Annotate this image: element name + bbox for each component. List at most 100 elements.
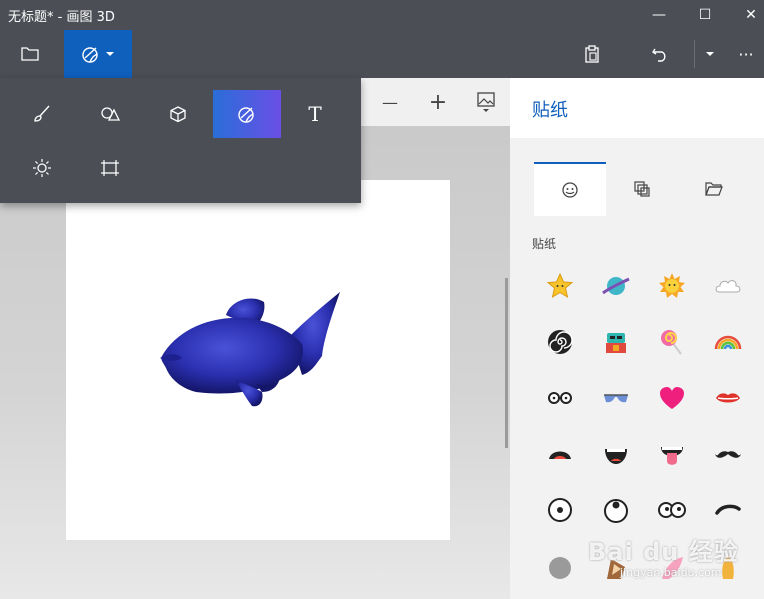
chevron-down-icon bbox=[106, 52, 114, 56]
vertical-scrollbar[interactable] bbox=[505, 278, 508, 448]
sticker-heart[interactable] bbox=[644, 370, 700, 426]
eye-up-icon bbox=[604, 499, 628, 523]
effects-tool-button[interactable] bbox=[8, 144, 76, 192]
brushes-icon bbox=[34, 105, 50, 122]
drawing-canvas[interactable] bbox=[66, 180, 450, 540]
sticker-star[interactable] bbox=[532, 258, 588, 314]
sun-icon bbox=[659, 273, 685, 298]
stickers-tool-button[interactable] bbox=[213, 90, 281, 138]
clipboard-icon bbox=[585, 45, 599, 63]
maximize-icon: ☐ bbox=[698, 7, 712, 23]
sticker-brush-icon bbox=[82, 47, 98, 63]
sticker-open-mouth[interactable] bbox=[532, 426, 588, 482]
stickers-icon bbox=[238, 107, 254, 123]
spiral-icon bbox=[548, 330, 573, 354]
effects-icon bbox=[33, 159, 51, 177]
text-icon: T bbox=[308, 102, 322, 126]
history-dropdown-button[interactable] bbox=[696, 30, 724, 78]
sticker-tongue-mouth[interactable] bbox=[644, 426, 700, 482]
minimize-icon: — bbox=[652, 7, 666, 23]
stickers-panel: 贴纸 贴纸 bbox=[510, 78, 764, 599]
baidu-watermark-logo: Bai du 经验 bbox=[588, 538, 739, 566]
sticker-tabs bbox=[510, 138, 764, 216]
eyebrow-icon bbox=[715, 504, 741, 515]
sunglasses-icon bbox=[604, 394, 628, 403]
canvas-tool-button[interactable] bbox=[76, 144, 144, 192]
image-icon bbox=[477, 92, 495, 112]
tab-custom[interactable] bbox=[678, 162, 750, 216]
robot-icon bbox=[606, 333, 626, 353]
stickers-menu-button[interactable] bbox=[64, 30, 132, 78]
2d-shapes-tool-button[interactable] bbox=[76, 90, 144, 138]
star-icon bbox=[546, 272, 574, 299]
panel-title: 贴纸 bbox=[532, 100, 568, 121]
sticker-sun[interactable] bbox=[644, 258, 700, 314]
sticker-face-icon bbox=[562, 182, 578, 198]
maximize-button[interactable]: ☐ bbox=[682, 0, 728, 30]
baidu-watermark-url: jingyan.baidu.com bbox=[620, 566, 722, 579]
sticker-eye-up[interactable] bbox=[588, 482, 644, 538]
mustache-icon bbox=[715, 451, 741, 458]
panel-header: 贴纸 bbox=[510, 78, 764, 138]
title-bar: 无标题* - 画图 3D — ☐ ✕ bbox=[0, 0, 764, 30]
sticker-lollipop[interactable] bbox=[644, 314, 700, 370]
cloud-icon bbox=[715, 280, 741, 293]
sticker-cloud[interactable] bbox=[700, 258, 756, 314]
smile-mouth-icon bbox=[605, 449, 627, 464]
paste-button[interactable] bbox=[562, 30, 622, 78]
sticker-rainbow[interactable] bbox=[700, 314, 756, 370]
stickers-section-label: 贴纸 bbox=[532, 237, 557, 251]
nose-icon bbox=[549, 557, 571, 579]
brushes-tool-button[interactable] bbox=[8, 90, 76, 138]
sticker-robot[interactable] bbox=[588, 314, 644, 370]
close-icon: ✕ bbox=[745, 7, 757, 23]
zoom-out-icon: — bbox=[382, 92, 398, 112]
open-mouth-icon bbox=[549, 451, 571, 459]
planet-icon bbox=[602, 277, 630, 295]
tab-stickers[interactable] bbox=[534, 162, 606, 216]
sticker-planet[interactable] bbox=[588, 258, 644, 314]
folder-open-icon bbox=[705, 182, 723, 196]
undo-button[interactable] bbox=[630, 30, 690, 78]
sticker-glasses[interactable] bbox=[532, 370, 588, 426]
tongue-mouth-icon bbox=[661, 447, 683, 465]
textures-icon bbox=[634, 181, 650, 197]
sticker-sunglasses[interactable] bbox=[588, 370, 644, 426]
fish-3d-model[interactable] bbox=[66, 180, 450, 540]
undo-icon bbox=[652, 48, 666, 62]
folder-icon bbox=[21, 47, 39, 61]
more-button[interactable]: ··· bbox=[728, 30, 764, 78]
sticker-lips[interactable] bbox=[700, 370, 756, 426]
toolbar-separator bbox=[694, 40, 695, 68]
canvas-icon bbox=[101, 160, 119, 176]
tools-flyout: T bbox=[0, 78, 361, 203]
sticker-smile-mouth[interactable] bbox=[588, 426, 644, 482]
sticker-mustache[interactable] bbox=[700, 426, 756, 482]
view-toolbar: — + bbox=[360, 78, 510, 126]
rainbow-icon bbox=[714, 335, 742, 350]
window-title: 无标题* - 画图 3D bbox=[8, 10, 115, 25]
menu-button[interactable] bbox=[0, 30, 60, 78]
tab-textures[interactable] bbox=[606, 162, 678, 216]
3d-shapes-icon bbox=[170, 106, 186, 123]
3d-shapes-tool-button[interactable] bbox=[144, 90, 212, 138]
lips-icon bbox=[716, 393, 740, 403]
zoom-in-button[interactable]: + bbox=[414, 78, 462, 126]
eye-icon bbox=[548, 498, 572, 522]
view-options-button[interactable] bbox=[462, 78, 510, 126]
two-eyes-icon bbox=[658, 502, 686, 518]
sticker-two-eyes[interactable] bbox=[644, 482, 700, 538]
sticker-spiral[interactable] bbox=[532, 314, 588, 370]
2d-shapes-icon bbox=[101, 107, 120, 121]
sticker-nose[interactable] bbox=[532, 538, 588, 594]
lollipop-icon bbox=[661, 330, 682, 355]
sticker-eyebrow[interactable] bbox=[700, 482, 756, 538]
close-button[interactable]: ✕ bbox=[728, 0, 764, 30]
zoom-in-icon: + bbox=[428, 89, 448, 115]
more-icon: ··· bbox=[738, 44, 754, 64]
glasses-icon bbox=[548, 392, 572, 404]
zoom-out-button[interactable]: — bbox=[366, 78, 414, 126]
minimize-button[interactable]: — bbox=[636, 0, 682, 30]
sticker-eye[interactable] bbox=[532, 482, 588, 538]
text-tool-button[interactable]: T bbox=[281, 90, 349, 138]
